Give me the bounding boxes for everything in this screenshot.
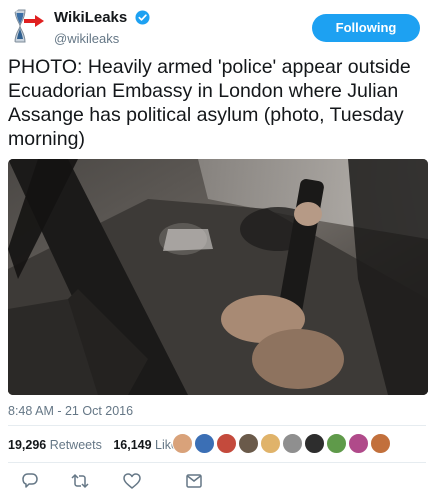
user-handle[interactable]: @wikileaks <box>54 31 150 46</box>
direct-message-icon[interactable] <box>184 471 204 491</box>
tweet-photo[interactable] <box>8 159 428 395</box>
stats-text: 19,296 Retweets 16,149 Likes <box>8 438 192 452</box>
display-name[interactable]: WikiLeaks <box>54 9 127 26</box>
tweet-timestamp[interactable]: 8:48 AM - 21 Oct 2016 <box>8 404 133 418</box>
liker-avatar[interactable] <box>326 433 347 454</box>
retweets-count[interactable]: 19,296 <box>8 438 46 452</box>
liker-avatar[interactable] <box>216 433 237 454</box>
following-button[interactable]: Following <box>312 14 420 42</box>
arrow-annotation-icon <box>24 15 44 27</box>
likes-count[interactable]: 16,149 <box>113 438 151 452</box>
liker-avatar[interactable] <box>304 433 325 454</box>
retweet-icon[interactable] <box>70 471 90 491</box>
retweets-label[interactable]: Retweets <box>50 438 102 452</box>
divider <box>8 425 426 426</box>
verified-badge-icon <box>135 10 150 25</box>
liker-avatar[interactable] <box>238 433 259 454</box>
divider <box>8 462 426 463</box>
tweet-actions <box>8 471 426 491</box>
liker-avatar[interactable] <box>194 433 215 454</box>
liker-avatar[interactable] <box>370 433 391 454</box>
user-names[interactable]: WikiLeaks @wikileaks <box>54 9 150 46</box>
tweet-text: PHOTO: Heavily armed 'police' appear out… <box>8 56 411 150</box>
reply-icon[interactable] <box>20 471 40 491</box>
tweet-stats: 19,296 Retweets 16,149 Likes <box>8 433 426 457</box>
liker-avatar[interactable] <box>282 433 303 454</box>
liker-avatar[interactable] <box>260 433 281 454</box>
heart-icon[interactable] <box>122 471 142 491</box>
liker-avatar[interactable] <box>172 433 193 454</box>
photo-image <box>8 159 428 395</box>
avatar[interactable] <box>8 7 48 47</box>
liker-avatar[interactable] <box>348 433 369 454</box>
tweet-header: WikiLeaks @wikileaks Following <box>8 6 426 50</box>
